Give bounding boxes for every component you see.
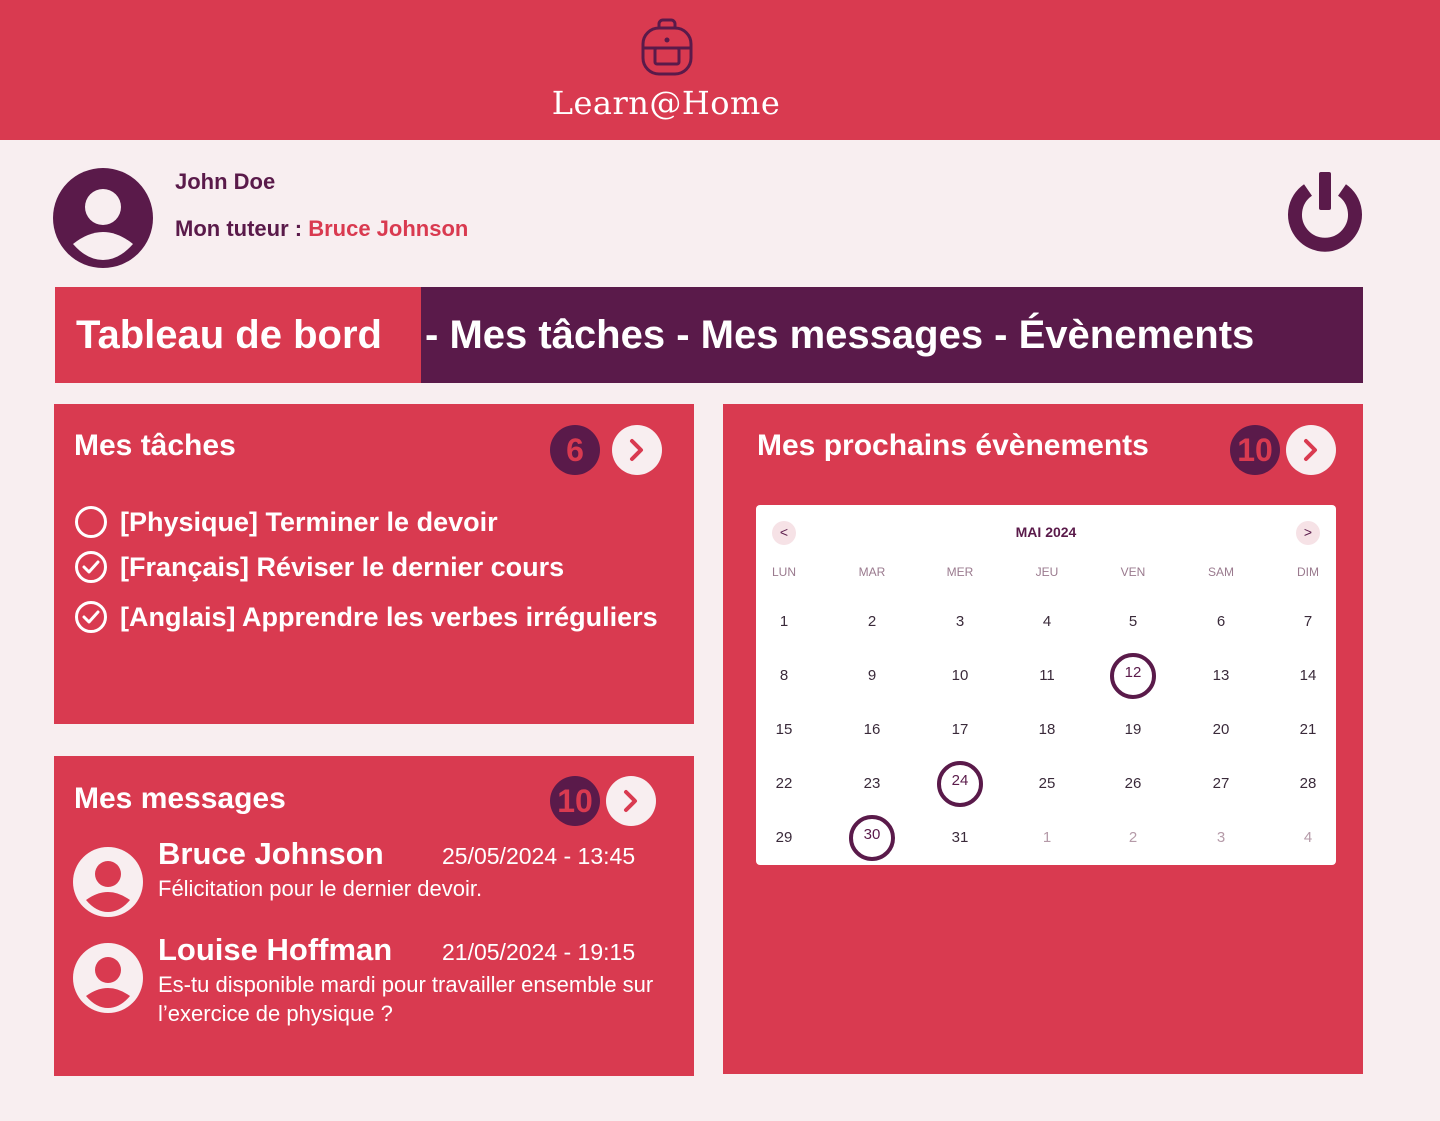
calendar-weekday: SAM <box>1207 565 1234 579</box>
tutor-line: Mon tuteur : Bruce Johnson <box>175 216 468 242</box>
calendar-day[interactable]: 27 <box>1201 764 1241 804</box>
calendar-day[interactable]: 20 <box>1201 710 1241 750</box>
main-nav: Tableau de bord - Mes tâches - Mes messa… <box>55 287 1363 383</box>
nav-separator: - <box>665 313 701 357</box>
events-count-badge: 10 <box>1230 425 1280 475</box>
calendar-day[interactable]: 7 <box>1288 602 1328 642</box>
calendar-day[interactable]: 6 <box>1201 602 1241 642</box>
messages-card: Mes messages 10 Bruce Johnson 25/05/2024… <box>54 756 694 1076</box>
task-label: [Anglais] Apprendre les verbes irrégulie… <box>120 601 658 632</box>
messages-open-button[interactable] <box>606 776 656 826</box>
calendar-day-event[interactable]: 12 <box>1110 653 1156 699</box>
calendar-day[interactable]: 26 <box>1113 764 1153 804</box>
calendar-day[interactable]: 17 <box>940 710 980 750</box>
user-name: John Doe <box>175 169 276 194</box>
calendar-day[interactable]: 3 <box>1201 818 1241 858</box>
calendar-day[interactable]: 1 <box>1027 818 1067 858</box>
calendar-day[interactable]: 8 <box>764 656 804 696</box>
power-icon[interactable] <box>1286 172 1364 254</box>
calendar-day[interactable]: 3 <box>940 602 980 642</box>
calendar-day[interactable]: 2 <box>1113 818 1153 858</box>
calendar-day[interactable]: 14 <box>1288 656 1328 696</box>
calendar-day-event[interactable]: 30 <box>849 815 895 861</box>
tasks-card: Mes tâches 6 [Physique] Terminer le devo… <box>54 404 694 724</box>
events-open-button[interactable] <box>1286 425 1336 475</box>
tasks-open-button[interactable] <box>612 425 662 475</box>
message-text: Félicitation pour le dernier devoir. <box>158 876 483 901</box>
circle-icon[interactable] <box>74 505 108 539</box>
calendar-day[interactable]: 23 <box>852 764 892 804</box>
calendar-weekday: MER <box>946 565 974 579</box>
task-label: [Physique] Terminer le devoir <box>120 506 498 537</box>
tab-tasks[interactable]: Mes tâches <box>449 313 665 357</box>
message-sender: Louise Hoffman <box>158 932 393 967</box>
app-title: Learn@Home <box>551 84 781 122</box>
events-card: Mes prochains évènements 10 < MAI 2024 >… <box>723 404 1363 1074</box>
calendar-day[interactable]: 10 <box>940 656 980 696</box>
task-label: [Français] Réviser le dernier cours <box>120 551 565 582</box>
calendar-day[interactable]: 1 <box>764 602 804 642</box>
calendar-weekday: VEN <box>1120 565 1146 579</box>
message-date: 21/05/2024 - 19:15 <box>442 939 636 965</box>
task-item[interactable]: [Physique] Terminer le devoir <box>74 505 498 539</box>
calendar-day[interactable]: 13 <box>1201 656 1241 696</box>
task-item[interactable]: [Français] Réviser le dernier cours <box>74 550 564 584</box>
app-header: Learn@Home <box>0 0 1440 140</box>
message-text: Es-tu disponible mardi pour travailler e… <box>158 972 654 1026</box>
calendar-day-event[interactable]: 24 <box>937 761 983 807</box>
tab-dashboard[interactable]: Tableau de bord <box>55 287 421 383</box>
calendar-month: MAI 2024 <box>1015 524 1077 540</box>
message-date: 25/05/2024 - 13:45 <box>442 843 636 869</box>
calendar-day[interactable]: 18 <box>1027 710 1067 750</box>
chevron-right-icon <box>624 790 637 812</box>
tab-events[interactable]: Évènements <box>1019 313 1255 357</box>
tasks-count-badge: 6 <box>550 425 600 475</box>
calendar-day[interactable]: 4 <box>1027 602 1067 642</box>
check-circle-icon[interactable] <box>74 550 108 584</box>
calendar-day[interactable]: 15 <box>764 710 804 750</box>
calendar-day[interactable]: 11 <box>1027 656 1067 696</box>
calendar-day[interactable]: 29 <box>764 818 804 858</box>
nav-separator: - <box>425 313 450 357</box>
calendar-weekday: JEU <box>1035 565 1059 579</box>
tasks-title: Mes tâches <box>74 429 236 462</box>
sender-avatar <box>73 847 143 917</box>
calendar-day[interactable]: 2 <box>852 602 892 642</box>
calendar-weekday: MAR <box>858 565 886 579</box>
calendar-day[interactable]: 21 <box>1288 710 1328 750</box>
nav-separator: - <box>983 313 1019 357</box>
message-sender: Bruce Johnson <box>158 836 384 871</box>
calendar-weekday: DIM <box>1297 565 1319 579</box>
tutor-label: Mon tuteur : <box>175 216 309 241</box>
tutor-name[interactable]: Bruce Johnson <box>308 216 468 241</box>
calendar-day[interactable]: 9 <box>852 656 892 696</box>
calendar-day[interactable]: 4 <box>1288 818 1328 858</box>
calendar-weekday: LUN <box>771 565 796 579</box>
events-title: Mes prochains évènements <box>757 429 1149 462</box>
calendar-day[interactable]: 31 <box>940 818 980 858</box>
messages-title: Mes messages <box>74 782 286 815</box>
calendar-day[interactable]: 22 <box>764 764 804 804</box>
events-calendar: < MAI 2024 > LUN MAR MER JEU VEN SAM DIM 1 2 3 4 5 6… <box>756 505 1336 865</box>
nav-other-tabs: - Mes tâches - Mes messages - Évènements <box>421 287 1363 383</box>
calendar-day[interactable]: 16 <box>852 710 892 750</box>
calendar-day[interactable]: 19 <box>1113 710 1153 750</box>
tab-messages[interactable]: Mes messages <box>701 313 983 357</box>
sender-avatar <box>73 943 143 1013</box>
check-circle-icon[interactable] <box>74 600 108 634</box>
calendar-day[interactable]: 25 <box>1027 764 1067 804</box>
calendar-day[interactable]: 28 <box>1288 764 1328 804</box>
messages-count-badge: 10 <box>550 776 600 826</box>
chevron-right-icon <box>630 439 643 461</box>
backpack-icon <box>641 18 693 76</box>
chevron-right-icon <box>1304 439 1317 461</box>
calendar-day[interactable]: 5 <box>1113 602 1153 642</box>
calendar-next-button[interactable]: > <box>1296 521 1320 545</box>
user-avatar[interactable] <box>53 168 153 268</box>
task-item[interactable]: [Anglais] Apprendre les verbes irrégulie… <box>74 600 658 634</box>
